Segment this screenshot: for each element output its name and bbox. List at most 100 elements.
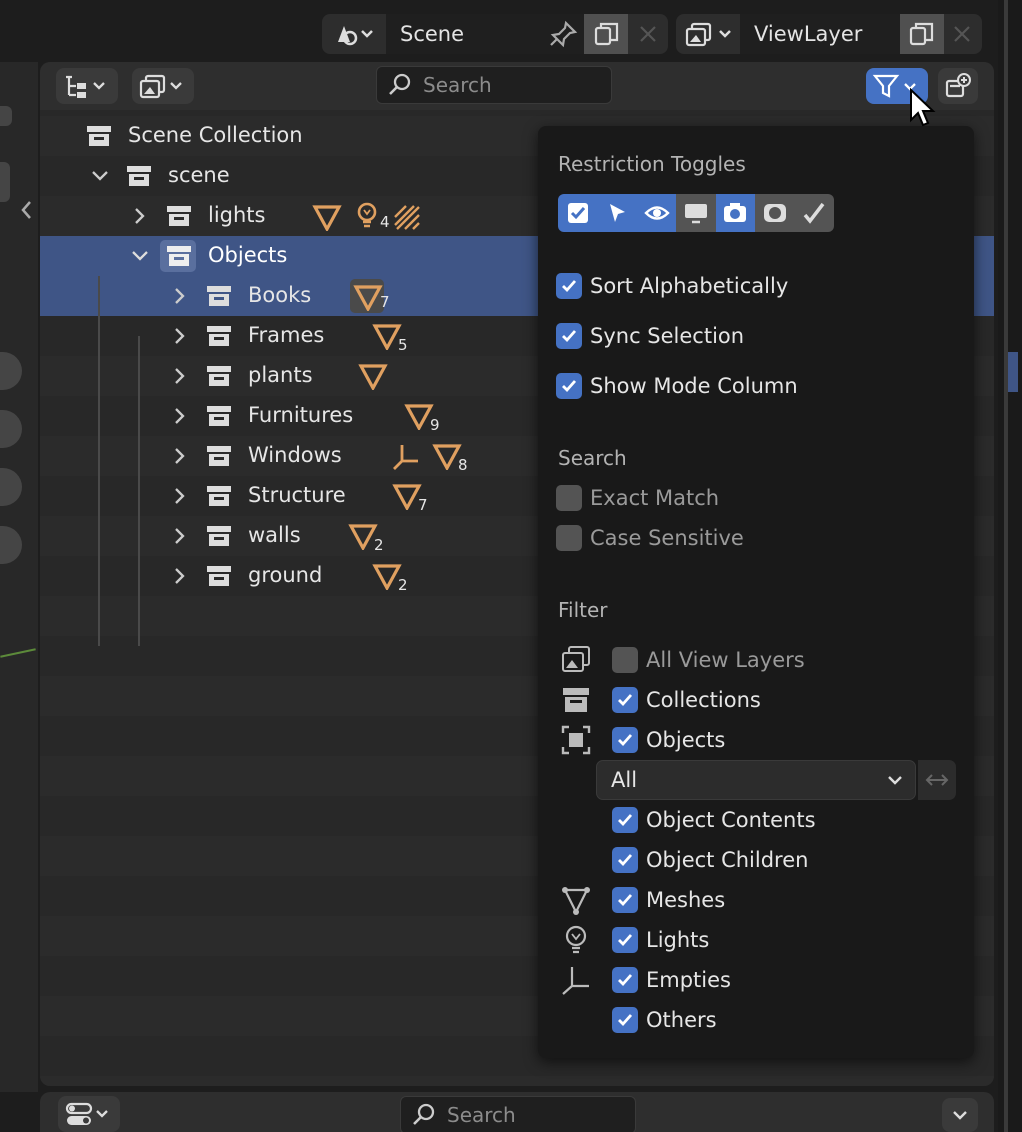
all-view-layers-checkbox[interactable] (612, 647, 638, 673)
collection-icon (166, 244, 192, 268)
toggle-viewport-monitor-icon[interactable] (676, 194, 716, 232)
pin-icon[interactable] (548, 20, 578, 52)
scene-selector[interactable]: Scene (322, 14, 668, 54)
sort-alphabetically-checkbox[interactable] (556, 273, 582, 299)
chevron-right-icon[interactable] (170, 366, 190, 386)
toggle-render-camera-icon[interactable] (715, 194, 756, 232)
object-children-checkbox[interactable] (612, 847, 638, 873)
case-sensitive-checkbox[interactable] (556, 525, 582, 551)
outliner-mode-icon[interactable] (62, 73, 112, 103)
others-checkbox[interactable] (612, 1007, 638, 1033)
mesh-icon[interactable] (358, 362, 402, 392)
editor-type-selector[interactable] (58, 1096, 120, 1132)
exact-match-checkbox[interactable] (556, 485, 582, 511)
collapse-arrow-icon[interactable] (18, 198, 36, 226)
light-icon[interactable]: 4 (354, 201, 394, 231)
mesh-icon[interactable]: 2 (372, 562, 416, 594)
viewport-tool-button[interactable] (0, 352, 22, 390)
invert-filter-button[interactable] (918, 760, 956, 800)
bottom-menu-button[interactable] (942, 1098, 978, 1132)
properties-icon[interactable] (64, 1100, 114, 1132)
mesh-icon[interactable]: 2 (348, 522, 392, 554)
chevron-right-icon[interactable] (170, 566, 190, 586)
toggle-exclude-checkbox-icon[interactable] (558, 194, 598, 232)
toggle-selectable-arrow-icon[interactable] (597, 194, 637, 232)
new-scene-icon[interactable] (592, 20, 622, 52)
collection-icon (126, 164, 152, 188)
render-layers-icon[interactable] (684, 20, 736, 52)
viewport-tool-button[interactable] (0, 162, 10, 202)
chevron-right-icon[interactable] (130, 206, 150, 226)
objects-row[interactable]: Objects (612, 726, 725, 754)
viewport-tool-button[interactable] (0, 106, 12, 126)
sort-alphabetically-row[interactable]: Sort Alphabetically (556, 272, 788, 300)
arrows-horizontal-icon[interactable] (923, 770, 951, 790)
lights-row[interactable]: Lights (612, 926, 709, 954)
chevron-right-icon[interactable] (170, 406, 190, 426)
chevron-right-icon[interactable] (170, 326, 190, 346)
meshes-row[interactable]: Meshes (612, 886, 725, 914)
collections-checkbox[interactable] (612, 687, 638, 713)
display-mode-selector[interactable] (56, 68, 118, 104)
viewport-tool-button[interactable] (0, 526, 22, 564)
viewlayer-name[interactable]: ViewLayer (754, 22, 862, 46)
exact-match-row[interactable]: Exact Match (556, 484, 719, 512)
scene-icon[interactable] (332, 20, 376, 52)
objects-checkbox[interactable] (612, 727, 638, 753)
viewport-tool-button[interactable] (0, 410, 22, 448)
mesh-icon[interactable] (312, 203, 342, 233)
render-layers-icon (560, 644, 592, 676)
mesh-icon[interactable]: 7 (392, 482, 436, 514)
object-children-row[interactable]: Object Children (612, 846, 808, 874)
case-sensitive-row[interactable]: Case Sensitive (556, 524, 744, 552)
filter-section-title: Filter (558, 598, 608, 622)
collection-icon (206, 524, 232, 548)
scroll-indicator[interactable] (1008, 352, 1018, 392)
mesh-icon[interactable]: 9 (404, 402, 448, 434)
bottom-search-input[interactable]: Search (400, 1096, 636, 1132)
empty-icon[interactable] (390, 442, 422, 472)
chevron-right-icon[interactable] (170, 486, 190, 506)
object-filter-value: All (611, 768, 638, 792)
scene-name[interactable]: Scene (400, 22, 464, 46)
sync-selection-checkbox[interactable] (556, 323, 582, 349)
show-mode-column-checkbox[interactable] (556, 373, 582, 399)
meshes-checkbox[interactable] (612, 887, 638, 913)
toggle-visibility-eye-icon[interactable] (636, 194, 677, 232)
chevron-down-icon[interactable] (130, 246, 150, 266)
chevron-right-icon[interactable] (170, 526, 190, 546)
viewlayer-selector[interactable]: ViewLayer (676, 14, 982, 54)
chevron-right-icon[interactable] (170, 446, 190, 466)
mesh-icon[interactable]: 8 (432, 442, 476, 474)
new-collection-icon[interactable] (944, 72, 972, 104)
empties-checkbox[interactable] (612, 967, 638, 993)
chevron-down-icon[interactable] (90, 166, 110, 186)
view-layer-mode-selector[interactable] (132, 68, 194, 104)
new-viewlayer-icon[interactable] (907, 20, 937, 52)
light-probe-icon[interactable] (392, 203, 422, 233)
show-mode-column-row[interactable]: Show Mode Column (556, 372, 798, 400)
new-collection-button[interactable] (938, 68, 978, 104)
render-layers-icon[interactable] (138, 72, 188, 104)
all-view-layers-row[interactable]: All View Layers (612, 646, 805, 674)
object-filter-dropdown[interactable]: All (596, 760, 916, 800)
others-row[interactable]: Others (612, 1006, 717, 1034)
outliner-search-input[interactable]: Search (376, 66, 612, 104)
object-contents-checkbox[interactable] (612, 807, 638, 833)
chevron-right-icon[interactable] (170, 286, 190, 306)
empties-row[interactable]: Empties (612, 966, 731, 994)
tree-label: Scene Collection (128, 123, 303, 147)
sync-selection-row[interactable]: Sync Selection (556, 322, 744, 350)
object-contents-row[interactable]: Object Contents (612, 806, 816, 834)
toggle-holdout-icon[interactable] (755, 194, 795, 232)
close-icon[interactable] (636, 22, 660, 50)
close-icon[interactable] (950, 22, 974, 50)
toggle-indirect-only-icon[interactable] (794, 194, 834, 232)
collections-row[interactable]: Collections (612, 686, 761, 714)
viewport-tool-button[interactable] (0, 468, 22, 506)
mesh-icon[interactable]: 5 (372, 322, 416, 354)
mesh-icon[interactable]: 7 (350, 279, 394, 313)
chevron-down-icon[interactable] (950, 1105, 970, 1129)
tree-label: walls (248, 523, 301, 547)
lights-checkbox[interactable] (612, 927, 638, 953)
